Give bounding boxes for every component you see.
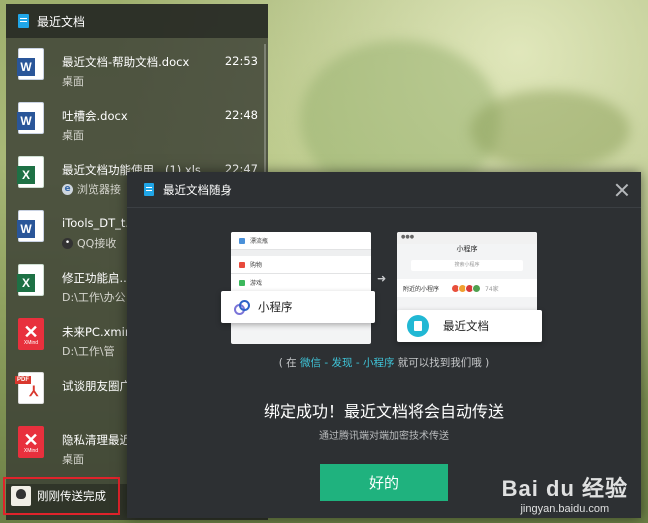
document-source-text: 桌面 [62,129,84,142]
status-bar: ●●● [397,232,537,244]
word-file-icon: W [17,102,44,134]
watermark-logo: Bai du 经验 [501,476,628,501]
panel-title: 最近文档 [37,14,86,29]
document-source-text: D:\工作\办公 [62,291,126,304]
illustration-row: 购物 [231,256,371,274]
watermark-url: jingyan.baidu.com [520,503,610,515]
illustration-row: 游戏 [231,274,371,292]
ok-button[interactable]: 好的 [320,464,448,501]
hint-prefix: ( 在 [278,357,301,369]
illustration-row: 漂流瓶 [231,232,371,250]
pill-label: 最近文档 [443,319,489,333]
illustration-row-label: 购物 [250,262,263,269]
close-icon[interactable] [615,183,629,197]
transfer-complete-toast[interactable]: 刚刚传送完成 [3,477,120,515]
hint-text: ( 在 微信 - 发现 - 小程序 就可以找到我们哦 ) [127,355,641,370]
success-message: 绑定成功！最近文档将会自动传送 [263,402,504,421]
document-item[interactable]: W 最近文档-帮助文档.docx 22:53 桌面 [6,42,268,96]
illustration-count: 74家 [485,285,499,293]
qq-icon: • [62,237,73,249]
illustration-row: 附近的小程序 74家 [397,279,537,297]
xmind-file-icon: ✕ XMind [18,318,44,350]
illustration-title: 小程序 [456,245,478,253]
document-app-icon [144,183,154,196]
document-source-text: 浏览器接 [77,183,121,196]
word-file-icon: W [17,48,44,80]
document-app-icon [18,14,29,28]
shopping-icon [239,261,245,268]
dialog-header: 最近文档随身 [127,172,641,208]
document-source: 桌面 [62,127,84,143]
binding-success-dialog: 最近文档随身 漂流瓶 购物 游戏 ➜ ●●● 小程序 搜索小程序 附近的小程序 … [127,172,641,518]
arrow-right-icon: ➜ [377,272,387,285]
document-source: D:\工作\办公 [62,289,126,305]
hint-path: 微信 - 发现 - 小程序 [300,357,395,369]
document-item[interactable]: W 吐槽会.docx 22:48 桌面 [6,96,268,150]
encryption-note: 通过腾讯端对端加密技术传送 [319,431,449,442]
illustration-search: 搜索小程序 [411,260,523,271]
document-source-text: 桌面 [62,75,84,88]
excel-file-icon: X [17,156,44,188]
game-icon [239,279,245,286]
program-avatars [451,283,482,293]
illustration-row-label: 附近的小程序 [403,285,440,293]
pill-label: 小程序 [258,300,293,314]
document-source: D:\工作\管 [62,343,115,359]
document-source: 桌面 [62,451,84,467]
document-app-icon [407,315,429,337]
toast-text: 刚刚传送完成 [37,489,106,503]
illustration-row-label: 漂流瓶 [250,238,269,245]
illustration-row-label: 游戏 [250,280,263,287]
wechat-discover-illustration: 漂流瓶 购物 游戏 [231,232,371,344]
excel-file-icon: X [17,264,44,296]
document-source-text: D:\工作\管 [62,345,115,358]
document-source-text: 桌面 [62,453,84,466]
word-file-icon: W [17,210,44,242]
document-source: 桌面 [62,73,84,89]
document-source-text: QQ接收 [77,237,117,250]
recent-documents-pill: 最近文档 [397,310,542,342]
hint-suffix: 就可以找到我们哦 ) [394,357,490,369]
dialog-title: 最近文档随身 [163,182,232,197]
mini-program-icon [233,299,250,315]
mini-program-illustration: ●●● 小程序 搜索小程序 附近的小程序 74家 [397,232,537,318]
document-source: e 浏览器接 [62,181,121,197]
panel-header: 最近文档 [6,4,268,38]
browser-icon: e [62,183,73,195]
baidu-watermark: Bai du 经验 jingyan.baidu.com [502,471,628,515]
wallpaper-foliage [470,90,630,170]
document-name: 吐槽会.docx [62,109,128,123]
xmind-file-icon: ✕ XMind [18,426,44,458]
avatar [11,486,31,506]
drift-bottle-icon [239,237,245,244]
pdf-file-icon: PDF ⅄ [15,372,44,404]
document-name: 最近文档-帮助文档.docx [62,55,190,69]
document-source: • QQ接收 [62,235,116,251]
document-time: 22:48 [224,108,258,122]
document-time: 22:53 [224,54,258,68]
mini-program-pill: 小程序 [221,291,375,323]
